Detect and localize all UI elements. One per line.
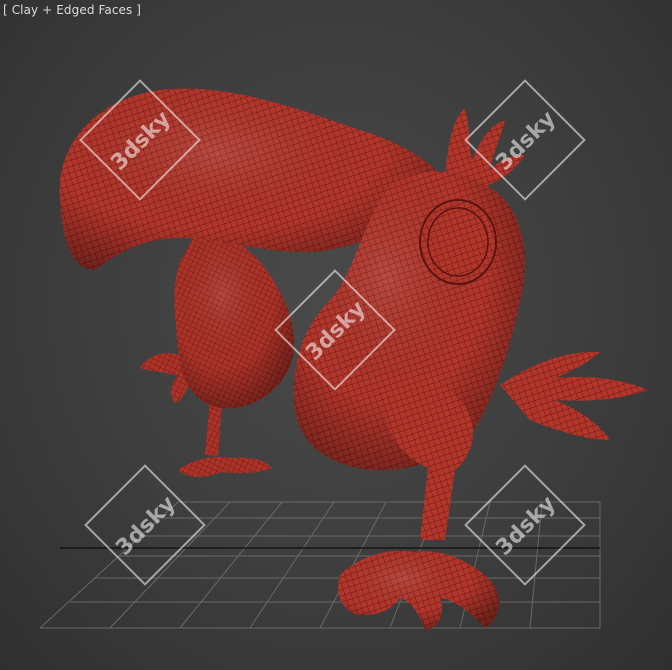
back-bird-model (140, 233, 295, 477)
watermark-5: 3dsky (464, 464, 586, 586)
viewport-shading-label[interactable]: [ Clay + Edged Faces ] (3, 3, 141, 17)
watermark-text-4: 3dsky (111, 491, 180, 560)
viewport-scene: 3dsky 3dsky 3dsky 3dsky 3dsky (39, 79, 648, 630)
watermark-4: 3dsky (84, 464, 206, 586)
watermark-text-2: 3dsky (491, 106, 560, 175)
3d-viewport[interactable]: 3dsky 3dsky 3dsky 3dsky 3dsky [ Clay + E… (0, 0, 672, 670)
